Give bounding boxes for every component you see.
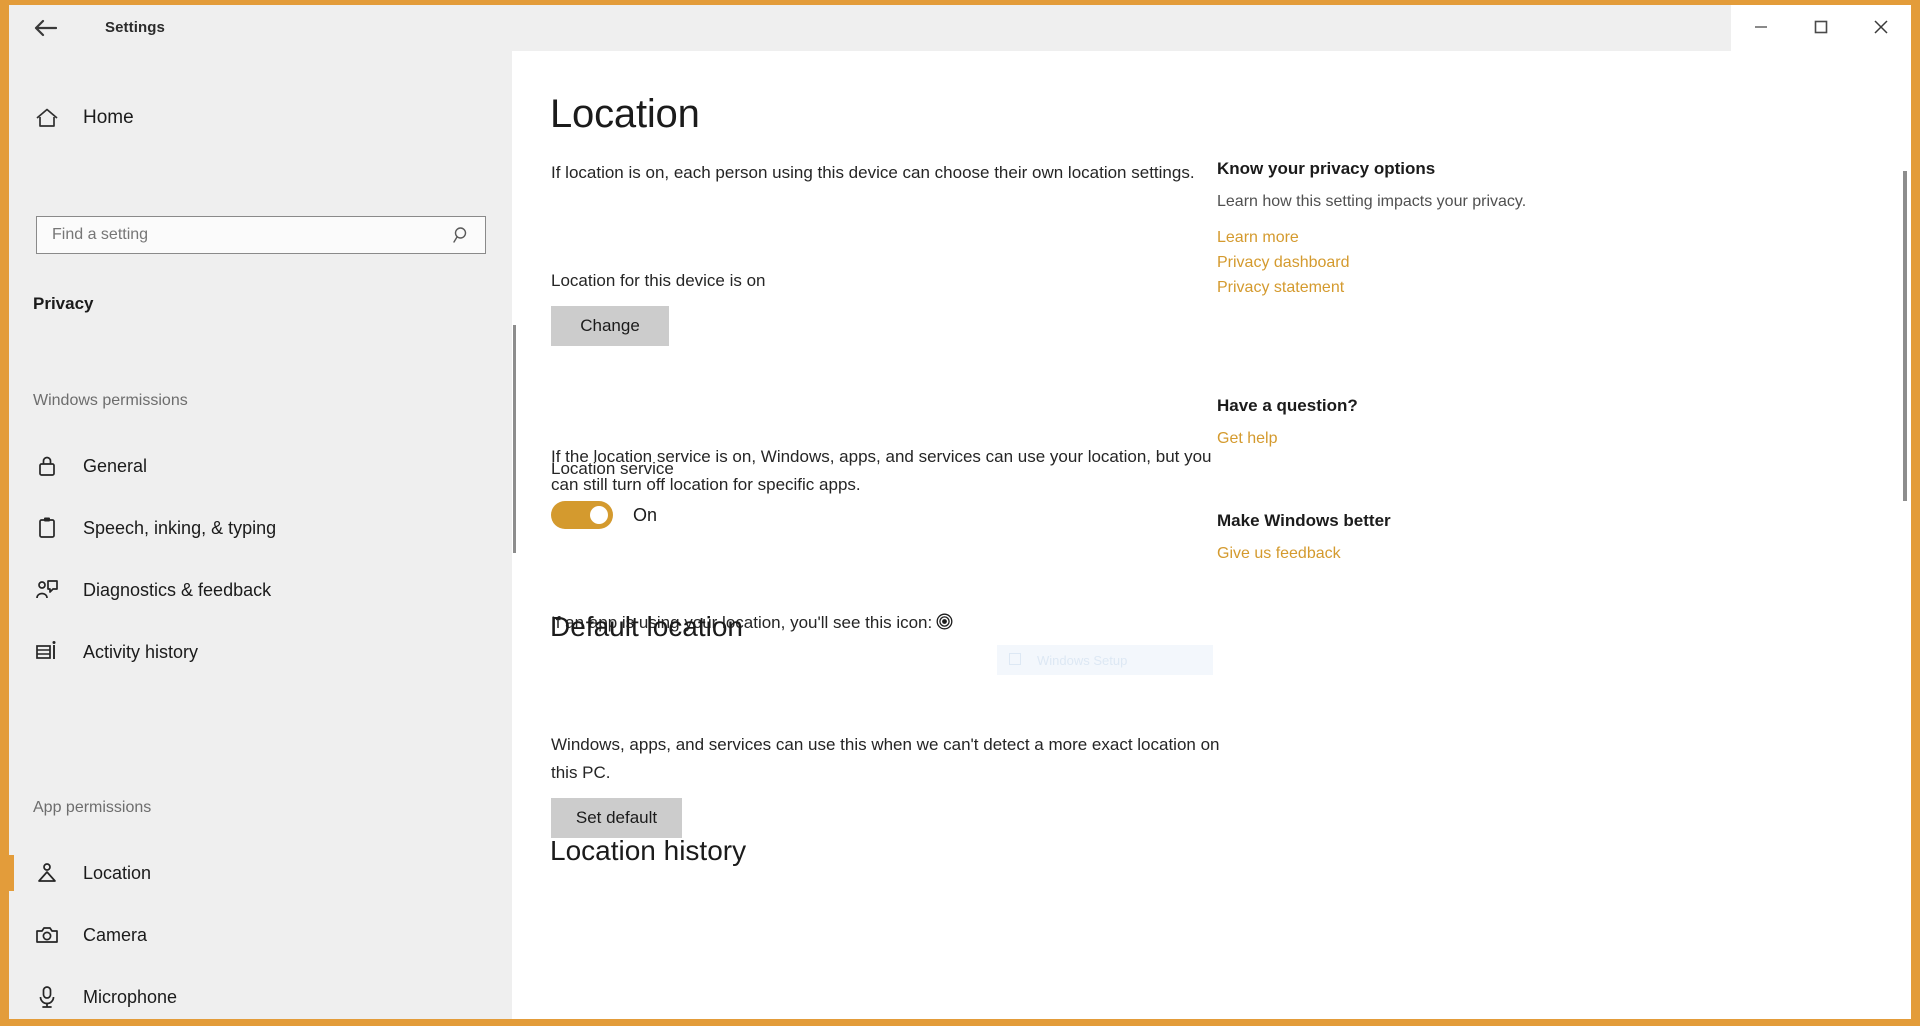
main-content: Location If location is on, each person … xyxy=(527,51,1911,1019)
sidebar-item-activity-history[interactable]: Activity history xyxy=(9,626,512,678)
sidebar-current-section: Privacy xyxy=(33,294,94,313)
device-location-state-text: Location for this device is on xyxy=(551,271,766,290)
set-default-button[interactable]: Set default xyxy=(551,798,682,838)
sidebar-item-microphone[interactable]: Microphone xyxy=(9,971,512,1019)
info-block-privacy: Know your privacy options Learn how this… xyxy=(1217,159,1547,300)
info-block-make-windows-better: Make Windows better Give us feedback xyxy=(1217,511,1547,566)
search-input[interactable] xyxy=(50,217,434,253)
link-privacy-statement[interactable]: Privacy statement xyxy=(1217,275,1547,300)
location-intro-text: If location is on, each person using thi… xyxy=(551,163,1195,182)
back-button[interactable] xyxy=(17,5,73,51)
selection-indicator xyxy=(9,855,14,891)
app-title: Settings xyxy=(105,19,165,36)
sidebar-home-label: Home xyxy=(83,107,134,128)
link-get-help[interactable]: Get help xyxy=(1217,426,1547,451)
location-pin-person-icon xyxy=(33,861,61,885)
change-button[interactable]: Change xyxy=(551,306,669,346)
sidebar-item-diagnostics-feedback[interactable]: Diagnostics & feedback xyxy=(9,564,512,616)
link-give-us-feedback[interactable]: Give us feedback xyxy=(1217,541,1547,566)
info-block-question: Have a question? Get help xyxy=(1217,396,1547,451)
sidebar-item-speech-inking-typing[interactable]: Speech, inking, & typing xyxy=(9,502,512,554)
microphone-icon xyxy=(33,985,61,1009)
page-title: Location xyxy=(550,92,700,136)
main-scrollbar-thumb[interactable] xyxy=(1903,171,1907,501)
toggle-knob xyxy=(590,506,608,524)
info-title: Make Windows better xyxy=(1217,511,1391,530)
location-service-label: Location service xyxy=(551,459,674,478)
sidebar-item-label: Location xyxy=(83,862,152,883)
sidebar-item-location[interactable]: Location xyxy=(9,847,512,899)
sidebar-item-camera[interactable]: Camera xyxy=(9,909,512,961)
clipboard-icon xyxy=(33,516,61,540)
window-frame: Settings Home Find a setting Privacy Win… xyxy=(0,0,1920,1026)
default-location-heading: Default location xyxy=(550,611,744,642)
close-button[interactable] xyxy=(1851,5,1911,51)
search-box[interactable] xyxy=(36,216,486,254)
location-service-state: On xyxy=(633,504,658,525)
minimize-icon xyxy=(1754,20,1768,37)
link-learn-more[interactable]: Learn more xyxy=(1217,225,1547,250)
info-title: Have a question? xyxy=(1217,396,1358,415)
sidebar-item-label: General xyxy=(83,455,148,476)
search-icon[interactable] xyxy=(452,225,472,245)
feedback-person-icon xyxy=(33,578,61,602)
close-icon xyxy=(1873,19,1889,38)
activity-history-icon xyxy=(33,641,61,663)
camera-icon xyxy=(33,924,61,946)
sidebar-group-windows-permissions: Windows permissions xyxy=(33,392,188,409)
location-history-heading: Location history xyxy=(550,835,747,866)
lock-icon xyxy=(33,454,61,478)
home-icon xyxy=(33,107,61,129)
minimize-button[interactable] xyxy=(1731,5,1791,51)
location-service-toggle[interactable] xyxy=(551,501,613,529)
window-icon xyxy=(1009,652,1021,668)
link-privacy-dashboard[interactable]: Privacy dashboard xyxy=(1217,250,1547,275)
sidebar-item-label: Diagnostics & feedback xyxy=(83,579,272,600)
maximize-button[interactable] xyxy=(1791,5,1851,51)
location-active-icon xyxy=(936,611,953,639)
sidebar: Home Privacy Windows permissions xyxy=(9,51,512,1019)
ghost-hint-text: Windows Setup xyxy=(1037,652,1128,668)
window-controls xyxy=(1731,5,1911,51)
sidebar-item-label: Speech, inking, & typing xyxy=(83,517,277,538)
sidebar-item-general[interactable]: General xyxy=(9,440,512,492)
ghost-window-setup-hint: Windows Setup xyxy=(997,645,1213,675)
sidebar-item-label: Microphone xyxy=(83,986,178,1007)
sidebar-item-label: Activity history xyxy=(83,641,199,662)
info-description: Learn how this setting impacts your priv… xyxy=(1217,193,1527,210)
sidebar-item-label: Camera xyxy=(83,924,148,945)
default-location-description: Windows, apps, and services can use this… xyxy=(551,735,1220,782)
sidebar-item-home[interactable]: Home xyxy=(9,93,512,143)
info-title: Know your privacy options xyxy=(1217,159,1436,178)
settings-window: Settings Home Find a setting Privacy Win… xyxy=(9,5,1911,1019)
location-service-toggle-row: On xyxy=(551,501,657,529)
sidebar-group-app-permissions: App permissions xyxy=(33,799,152,816)
back-arrow-icon xyxy=(33,18,57,38)
title-bar: Settings xyxy=(9,5,1911,51)
sidebar-scrollbar-thumb[interactable] xyxy=(513,325,516,553)
maximize-icon xyxy=(1814,20,1828,37)
